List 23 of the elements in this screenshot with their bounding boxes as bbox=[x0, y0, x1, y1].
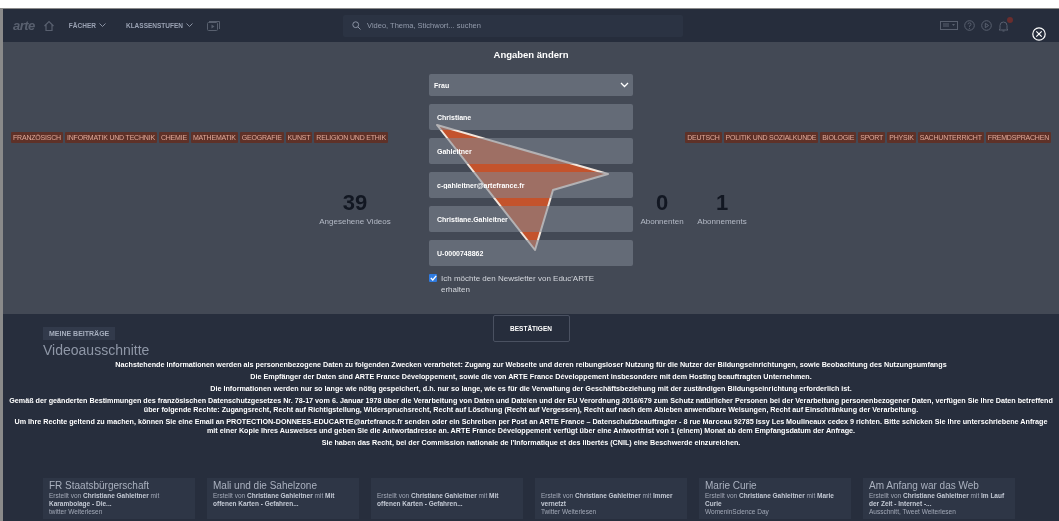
chevron-down-icon bbox=[98, 23, 106, 28]
stat-label: Abonnenten bbox=[640, 217, 684, 226]
close-icon[interactable] bbox=[1032, 27, 1046, 41]
play-circle-icon[interactable] bbox=[981, 20, 992, 31]
bell-icon[interactable] bbox=[998, 19, 1009, 32]
chevron-down-icon bbox=[186, 23, 193, 28]
newsletter-checkbox[interactable] bbox=[429, 274, 437, 282]
stat-label: Angesehene Videos bbox=[319, 217, 391, 226]
card-title: Mali und die Sahelzone bbox=[213, 480, 318, 492]
card-title: Marie Curie bbox=[705, 480, 758, 492]
modal-title: Angaben ändern bbox=[493, 49, 569, 60]
stat-label: Abonnements bbox=[697, 217, 747, 226]
search-icon bbox=[352, 21, 361, 30]
language-icon[interactable] bbox=[940, 21, 958, 30]
newsletter-label: Ich möchte den Newsletter von Educ'ARTE erhalten bbox=[441, 273, 595, 295]
notification-badge bbox=[1007, 16, 1013, 23]
card-title: Am Anfang war das Web bbox=[869, 480, 980, 492]
section-heading: Videoausschnitte bbox=[43, 342, 150, 358]
chevron-down-icon bbox=[620, 82, 629, 88]
help-icon[interactable] bbox=[964, 20, 975, 31]
home-icon[interactable] bbox=[42, 19, 55, 32]
video-icon[interactable] bbox=[207, 20, 220, 31]
card-title: FR Staatsbürgerschaft bbox=[49, 480, 151, 492]
